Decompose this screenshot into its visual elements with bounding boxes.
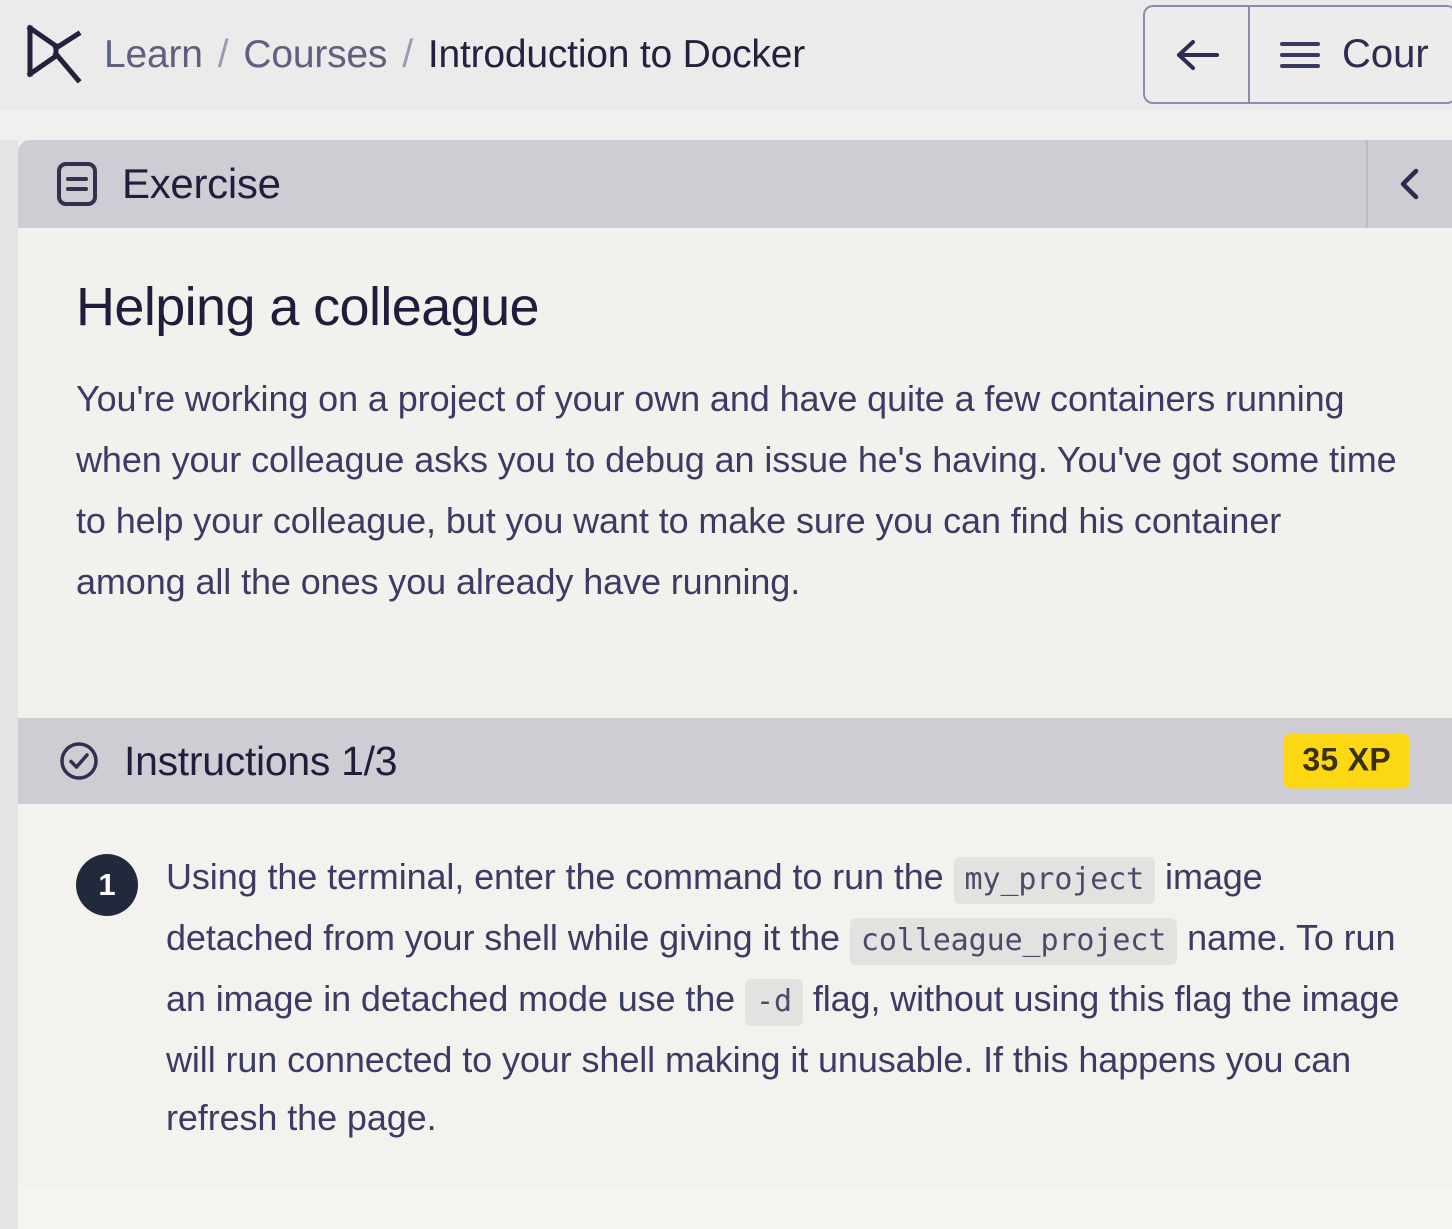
exercise-section-title: Exercise bbox=[122, 160, 281, 208]
exercise-panel: Exercise Helping a colleague You're work… bbox=[18, 140, 1452, 1229]
breadcrumb: Learn / Courses / Introduction to Docker bbox=[104, 33, 805, 77]
exercise-content: Helping a colleague You're working on a … bbox=[18, 228, 1452, 718]
document-lines-icon bbox=[56, 161, 98, 207]
code-chip-my-project: my_project bbox=[954, 857, 1156, 904]
instruction-text: Using the terminal, enter the command to… bbox=[166, 848, 1412, 1147]
instruction-item: 1 Using the terminal, enter the command … bbox=[76, 848, 1412, 1147]
top-navigation-bar: Learn / Courses / Introduction to Docker bbox=[0, 0, 1452, 110]
step-number-badge: 1 bbox=[76, 854, 138, 916]
code-chip-colleague-project: colleague_project bbox=[850, 918, 1177, 965]
breadcrumb-separator-1: / bbox=[218, 33, 229, 77]
topbar-actions: Cour bbox=[1143, 5, 1452, 104]
instructions-section-header: Instructions 1/3 35 XP bbox=[18, 718, 1452, 804]
instruction-text-segment-1: Using the terminal, enter the command to… bbox=[166, 856, 954, 897]
exercise-section-header: Exercise bbox=[18, 140, 1452, 228]
back-button[interactable] bbox=[1143, 5, 1249, 104]
check-circle-icon bbox=[58, 740, 100, 782]
arrow-left-icon bbox=[1169, 35, 1225, 75]
hamburger-menu-icon bbox=[1280, 42, 1320, 68]
page-title: Helping a colleague bbox=[76, 276, 1397, 338]
xp-badge: 35 XP bbox=[1283, 734, 1410, 789]
exercise-screen: Learn / Courses / Introduction to Docker bbox=[0, 0, 1452, 1229]
instructions-section-title: Instructions 1/3 bbox=[124, 738, 397, 785]
collapse-panel-button[interactable] bbox=[1368, 140, 1452, 228]
left-gutter bbox=[0, 140, 18, 1229]
breadcrumb-item-learn[interactable]: Learn bbox=[104, 33, 203, 77]
breadcrumb-item-courses[interactable]: Courses bbox=[243, 33, 387, 77]
breadcrumb-item-current[interactable]: Introduction to Docker bbox=[428, 33, 805, 77]
breadcrumb-separator-2: / bbox=[402, 33, 413, 77]
chevron-left-icon bbox=[1393, 164, 1427, 204]
course-outline-label: Cour bbox=[1342, 32, 1429, 77]
course-outline-button[interactable]: Cour bbox=[1249, 5, 1452, 104]
datacamp-logo-icon[interactable] bbox=[24, 22, 86, 88]
code-chip-d-flag: -d bbox=[745, 979, 803, 1026]
exercise-description: You're working on a project of your own … bbox=[76, 368, 1397, 612]
instructions-content: 1 Using the terminal, enter the command … bbox=[18, 804, 1452, 1187]
